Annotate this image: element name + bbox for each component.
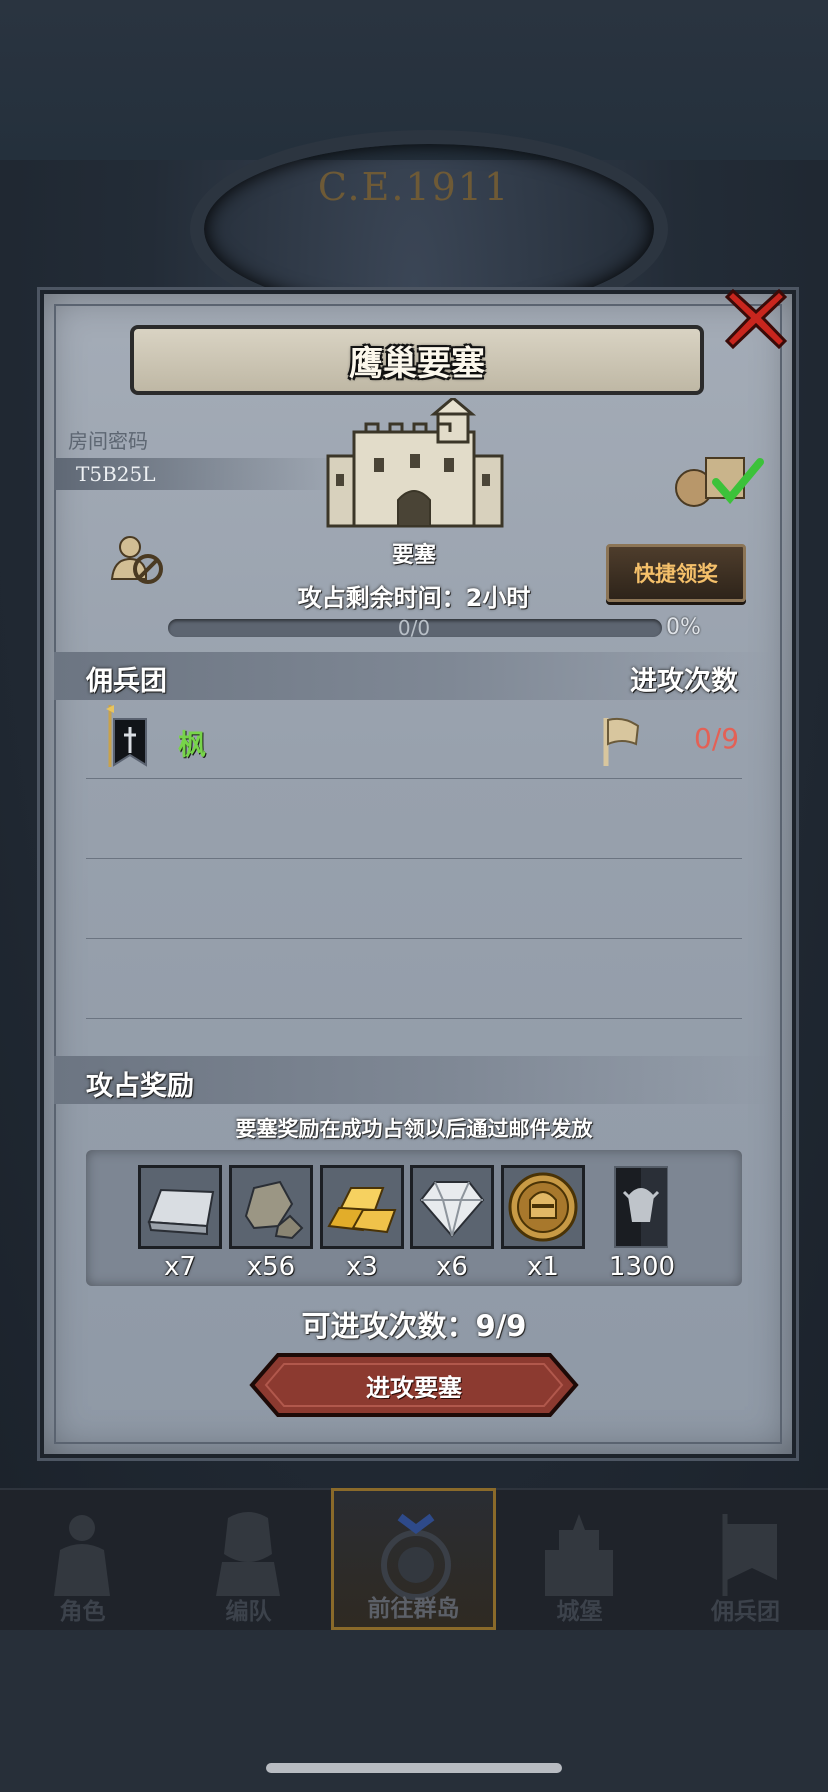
- room-code-value[interactable]: T5B25L: [76, 462, 156, 486]
- nav-item-castle[interactable]: 城堡: [497, 1488, 662, 1630]
- mercenary-name: 枫: [178, 728, 207, 761]
- reward-item-iron[interactable]: [138, 1165, 222, 1249]
- mercenary-header-label: 佣兵团: [86, 666, 167, 697]
- progress-text: 0/0: [397, 616, 431, 640]
- formation-icon: [216, 1512, 280, 1596]
- reward-item-medal[interactable]: [501, 1165, 585, 1249]
- nav-label: 佣兵团: [711, 1599, 780, 1625]
- attack-flag-icon: [603, 717, 640, 766]
- nav-label: 前往群岛: [367, 1596, 460, 1622]
- remaining-attacks-label: 可进攻次数：: [301, 1309, 476, 1343]
- nav-label: 角色: [59, 1599, 106, 1625]
- nav-item-formation[interactable]: 编队: [166, 1488, 331, 1630]
- reward-header-label: 攻占奖励: [86, 1071, 194, 1102]
- room-code-label: 房间密码: [68, 429, 148, 453]
- empty-row-divider: [86, 858, 742, 859]
- reward-qty: x6: [436, 1252, 468, 1282]
- reward-qty: x1: [527, 1252, 559, 1282]
- capture-time-remaining: 攻占剩余时间：2小时: [0, 578, 828, 613]
- reward-item-diamond[interactable]: [410, 1165, 494, 1249]
- close-button[interactable]: [718, 280, 794, 356]
- dialog-title: 鹰巢要塞: [130, 325, 704, 395]
- character-icon: [54, 1515, 110, 1596]
- diamond-icon: [413, 1168, 491, 1246]
- mercenary-banner-icon: [106, 705, 147, 767]
- reward-item-gold[interactable]: [320, 1165, 404, 1249]
- attack-count-header-label: 进攻次数: [630, 666, 738, 697]
- attack-fortress-label: 进攻要塞: [366, 1373, 462, 1402]
- knight-medal-icon: [504, 1168, 582, 1246]
- nav-item-islands[interactable]: 前往群岛: [331, 1488, 496, 1630]
- empty-row-divider: [86, 1018, 742, 1019]
- close-icon: [724, 288, 788, 350]
- stone-icon: [232, 1168, 310, 1246]
- nav-label: 编队: [225, 1599, 272, 1625]
- remaining-attacks: 可进攻次数：9/9: [0, 1303, 828, 1345]
- home-indicator[interactable]: [266, 1763, 562, 1773]
- time-value: 2小时: [465, 584, 531, 612]
- nav-item-mercenary[interactable]: 佣兵团: [663, 1488, 828, 1630]
- reward-qty: x3: [346, 1252, 378, 1282]
- remaining-attacks-value: 9/9: [475, 1309, 527, 1343]
- nav-item-character[interactable]: 角色: [0, 1488, 165, 1630]
- era-label: C.E.1911: [317, 165, 511, 209]
- gold-bars-icon: [323, 1168, 401, 1246]
- mercenary-exp-banner-icon[interactable]: [614, 1166, 668, 1248]
- progress-percent: 0%: [666, 615, 701, 640]
- reward-note: 要塞奖励在成功占领以后通过邮件发放: [235, 1117, 593, 1141]
- nav-label: 城堡: [556, 1599, 603, 1625]
- empty-row-divider: [86, 938, 742, 939]
- reward-qty: x56: [246, 1252, 296, 1282]
- reward-item-stone[interactable]: [229, 1165, 313, 1249]
- fortress-icon: [326, 398, 504, 528]
- mercenary-icon: [722, 1514, 777, 1596]
- time-label: 攻占剩余时间：: [297, 584, 466, 612]
- mercenary-attack-count: 0/9: [694, 722, 740, 755]
- reward-qty: 1300: [608, 1252, 676, 1282]
- reward-qty: x7: [164, 1252, 196, 1282]
- reward-bag-check-icon[interactable]: [672, 448, 764, 508]
- castle-icon: [545, 1514, 613, 1596]
- iron-ingot-icon: [141, 1168, 219, 1246]
- attack-fortress-button[interactable]: 进攻要塞: [248, 1352, 580, 1418]
